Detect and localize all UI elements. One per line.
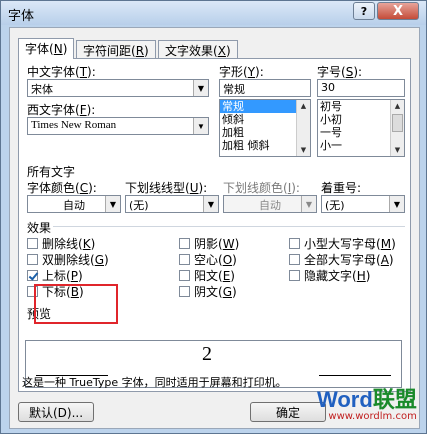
checkbox-box	[289, 270, 300, 281]
emphasis-mark-label: 着重号:	[321, 181, 362, 195]
checkbox-box	[179, 238, 190, 249]
default-button[interactable]: 默认(D)...	[18, 402, 94, 422]
checkbox-box	[27, 254, 38, 265]
chevron-down-icon: ▼	[301, 196, 316, 212]
checkbox-box	[179, 254, 190, 265]
engrave-checkbox[interactable]: 阴文(G)	[179, 283, 237, 300]
font-size-input[interactable]: 30	[317, 79, 405, 97]
hidden-text-checkbox[interactable]: 隐藏文字(H)	[289, 267, 370, 284]
emboss-checkbox[interactable]: 阳文(E)	[179, 267, 235, 284]
scrollbar[interactable]: ▲ ▼	[296, 100, 310, 156]
underline-color-label: 下划线颜色(I):	[223, 181, 300, 195]
font-color-select[interactable]: 自动 ▼	[27, 195, 121, 213]
ok-button[interactable]: 确定	[250, 402, 326, 422]
chevron-down-icon: ▼	[203, 196, 218, 212]
check-icon	[27, 270, 38, 281]
underline-color-select: 自动 ▼	[223, 195, 317, 213]
font-style-list[interactable]: 常规 倾斜 加粗 加粗 倾斜 ▲ ▼	[219, 99, 311, 157]
font-style-label: 字形(Y):	[219, 65, 264, 79]
underline-style-select[interactable]: (无) ▼	[125, 195, 219, 213]
preview-sample: 2	[202, 343, 212, 365]
chinese-font-label: 中文字体(T):	[27, 65, 96, 79]
watermark-url: www.wordlm.com	[328, 411, 417, 422]
font-size-list[interactable]: 初号 小初 一号 小一 ▲ ▼	[317, 99, 405, 157]
checkbox-box	[179, 270, 190, 281]
dialog-body: 字体(N) 字符间距(R) 文字效果(X) 中文字体(T): 宋体 ▼ 西文字体(…	[9, 27, 420, 429]
font-dialog: 字体 ? X 字体(N) 字符间距(R) 文字效果(X) 中文字体(T): 宋体…	[0, 0, 427, 434]
all-caps-checkbox[interactable]: 全部大写字母(A)	[289, 251, 394, 268]
scrollbar[interactable]: ▲ ▼	[390, 100, 404, 156]
chevron-down-icon: ▼	[193, 80, 208, 96]
tab-font[interactable]: 字体(N)	[18, 38, 74, 59]
tab-character-spacing[interactable]: 字符间距(R)	[76, 40, 156, 58]
window-title: 字体	[8, 9, 35, 24]
shadow-checkbox[interactable]: 阴影(W)	[179, 235, 239, 252]
highlight-box	[34, 284, 118, 324]
checkbox-box	[27, 238, 38, 249]
scrollbar-thumb[interactable]	[392, 114, 403, 132]
strikethrough-checkbox[interactable]: 删除线(K)	[27, 235, 95, 252]
underline-style-label: 下划线线型(U):	[125, 181, 208, 195]
chevron-down-icon: ▼	[389, 196, 404, 212]
chevron-down-icon: ▼	[193, 118, 208, 134]
western-font-label: 西文字体(F):	[27, 103, 96, 117]
checkbox-box	[289, 238, 300, 249]
font-style-input[interactable]: 常规	[219, 79, 311, 97]
close-button[interactable]: X	[377, 2, 419, 20]
tab-text-effects[interactable]: 文字效果(X)	[158, 40, 238, 58]
preview-note: 这是一种 TrueType 字体，同时适用于屏幕和打印机。	[22, 376, 287, 389]
all-text-section-label: 所有文字	[27, 165, 76, 179]
western-font-select[interactable]: Times New Roman ▼	[27, 117, 209, 135]
chinese-font-select[interactable]: 宋体 ▼	[27, 79, 209, 97]
font-size-label: 字号(S):	[317, 65, 363, 79]
preview-line-right	[319, 375, 391, 376]
double-strikethrough-checkbox[interactable]: 双删除线(G)	[27, 251, 109, 268]
outline-checkbox[interactable]: 空心(O)	[179, 251, 237, 268]
checkbox-box	[179, 286, 190, 297]
effects-section-label: 效果	[27, 221, 52, 235]
superscript-checkbox[interactable]: 上标(P)	[27, 267, 83, 284]
small-caps-checkbox[interactable]: 小型大写字母(M)	[289, 235, 396, 252]
watermark-logo: Word联盟 www.wordlm.com	[317, 387, 417, 423]
chevron-down-icon: ▼	[105, 196, 120, 212]
help-button[interactable]: ?	[353, 2, 375, 20]
font-color-label: 字体颜色(C):	[27, 181, 97, 195]
title-bar: 字体 ? X	[1, 1, 426, 25]
checkbox-box	[289, 254, 300, 265]
divider	[53, 226, 405, 227]
emphasis-mark-select[interactable]: (无) ▼	[321, 195, 405, 213]
